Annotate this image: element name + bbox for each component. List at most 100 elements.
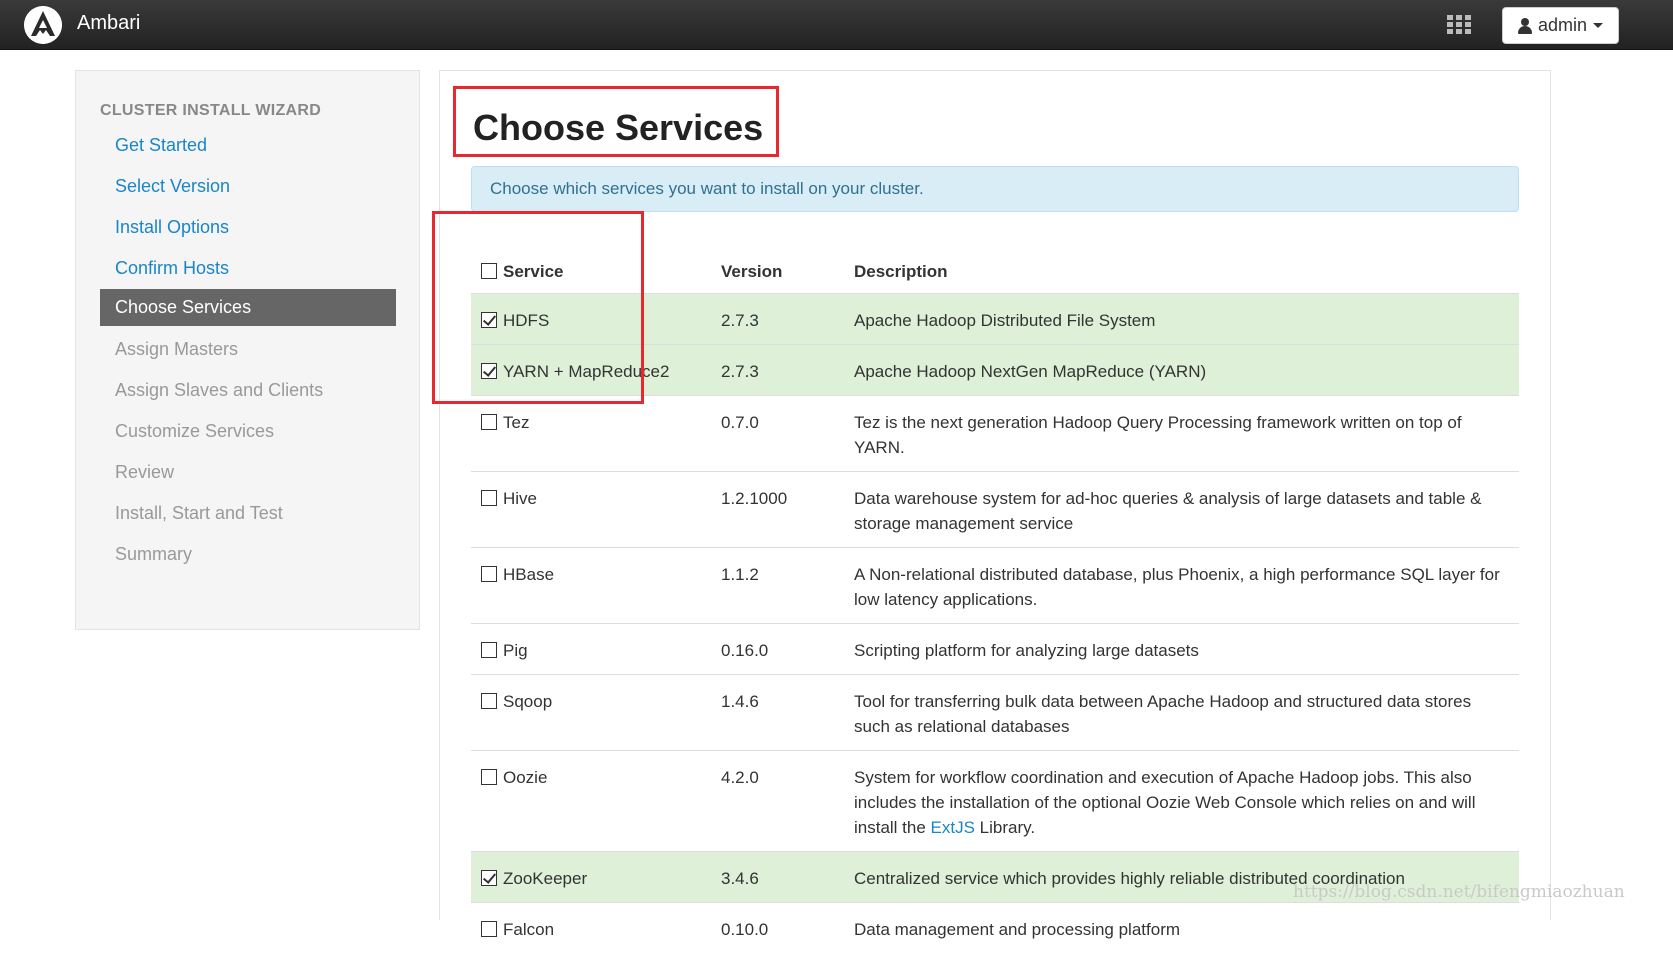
- service-name: ZooKeeper: [503, 868, 588, 888]
- service-name: HDFS: [503, 310, 550, 330]
- description-text: Tez is the next generation Hadoop Query …: [854, 412, 1462, 457]
- service-checkbox[interactable]: [481, 489, 497, 506]
- info-alert: Choose which services you want to instal…: [471, 166, 1519, 212]
- service-description: Tool for transferring bulk data between …: [844, 673, 1519, 750]
- description-text: Tool for transferring bulk data between …: [854, 691, 1472, 736]
- description-text: Data warehouse system for ad-hoc queries…: [854, 488, 1482, 533]
- sidebar-title: CLUSTER INSTALL WIZARD: [100, 102, 322, 119]
- service-description: Tez is the next generation Hadoop Query …: [844, 394, 1519, 471]
- services-table: Service Version Description HDFS 2.7.3 Apa…: [471, 236, 1519, 953]
- service-cell: Pig: [471, 622, 711, 674]
- ambari-logo-icon[interactable]: [24, 6, 62, 44]
- service-checkbox[interactable]: [481, 692, 497, 709]
- description-text: Apache Hadoop Distributed File System: [854, 310, 1156, 330]
- wizard-step-confirm-hosts[interactable]: Confirm Hosts: [100, 248, 396, 289]
- service-version: 2.7.3: [711, 292, 844, 344]
- extjs-link[interactable]: ExtJS: [931, 818, 975, 837]
- service-name: Falcon: [503, 919, 555, 939]
- service-version: 0.7.0: [711, 394, 844, 471]
- table-row: HDFS 2.7.3 Apache Hadoop Distributed File …: [471, 292, 1519, 344]
- service-column-header: Service: [471, 236, 711, 294]
- service-cell: Tez: [471, 394, 711, 471]
- service-description: A Non-relational distributed database, p…: [844, 546, 1519, 623]
- page-title: Choose Services: [473, 107, 764, 148]
- table-row: HBase 1.1.2 A Non-relational distributed d…: [471, 546, 1519, 623]
- service-cell: Hive: [471, 470, 711, 547]
- service-version: 1.4.6: [711, 673, 844, 750]
- select-all-checkbox[interactable]: [481, 262, 497, 279]
- service-checkbox[interactable]: [481, 920, 497, 937]
- service-name: Sqoop: [503, 691, 553, 711]
- service-cell: ZooKeeper: [471, 850, 711, 902]
- wizard-step-review: Review: [115, 462, 175, 482]
- caret-down-icon: [1593, 23, 1604, 28]
- brand-name[interactable]: Ambari: [77, 12, 140, 35]
- table-row: Sqoop 1.4.6 Tool for transferring bulk dat…: [471, 673, 1519, 750]
- service-version: 1.2.1000: [711, 470, 844, 547]
- main-panel: Choose Services Choose which services yo…: [432, 70, 1551, 953]
- wizard-step-choose-services: Choose Services: [100, 289, 396, 326]
- wizard-steps: Get Started Select Version Install Options…: [100, 125, 396, 575]
- service-name: HBase: [503, 564, 555, 584]
- service-description: Scripting platform for analyzing large d…: [844, 622, 1519, 674]
- service-description: Apache Hadoop Distributed File System: [844, 292, 1519, 344]
- version-column-header: Version: [711, 236, 844, 294]
- apps-grid-icon[interactable]: [1447, 15, 1471, 35]
- table-header-row: Service Version Description: [471, 236, 1519, 294]
- service-description: Data management and processing platform: [844, 901, 1519, 953]
- service-name: Oozie: [503, 767, 548, 787]
- user-menu-button[interactable]: admin: [1502, 7, 1619, 44]
- watermark: https://blog.csdn.net/bifengmiaozhuan: [1293, 882, 1625, 902]
- wizard-step-install-options[interactable]: Install Options: [100, 207, 396, 248]
- service-version: 0.10.0: [711, 901, 844, 953]
- service-checkbox[interactable]: [481, 413, 497, 430]
- service-name: YARN + MapReduce2: [503, 361, 670, 381]
- description-text: Scripting platform for analyzing large d…: [854, 640, 1199, 660]
- service-checkbox[interactable]: [481, 565, 497, 582]
- wizard-step-assign-slaves-and-clients: Assign Slaves and Clients: [115, 380, 324, 400]
- service-version: 1.1.2: [711, 546, 844, 623]
- service-description: System for workflow coordination and exe…: [844, 749, 1519, 851]
- service-header-label: Service: [503, 261, 564, 281]
- service-cell: Oozie: [471, 749, 711, 851]
- service-checkbox[interactable]: [481, 869, 497, 886]
- wizard-step-select-version[interactable]: Select Version: [100, 166, 396, 207]
- user-icon: [1517, 17, 1532, 34]
- table-row: YARN + MapReduce2 2.7.3 Apache Hadoop Next…: [471, 343, 1519, 395]
- service-cell: Falcon: [471, 901, 711, 953]
- table-row: Hive 1.2.1000 Data warehouse system for ad…: [471, 470, 1519, 547]
- service-version: 0.16.0: [711, 622, 844, 674]
- wizard-sidebar: CLUSTER INSTALL WIZARD Get Started Select…: [75, 70, 420, 630]
- service-name: Tez: [503, 412, 530, 432]
- service-description: Data warehouse system for ad-hoc queries…: [844, 470, 1519, 547]
- service-checkbox[interactable]: [481, 311, 497, 328]
- service-version: 3.4.6: [711, 850, 844, 902]
- description-text: A Non-relational distributed database, p…: [854, 564, 1500, 609]
- service-checkbox[interactable]: [481, 641, 497, 658]
- service-version: 4.2.0: [711, 749, 844, 851]
- service-version: 2.7.3: [711, 343, 844, 395]
- service-checkbox[interactable]: [481, 362, 497, 379]
- description-suffix: Library.: [974, 817, 1036, 837]
- service-cell: HDFS: [471, 292, 711, 344]
- wizard-step-install-start-and-test: Install, Start and Test: [115, 503, 283, 523]
- user-label: admin: [1537, 15, 1588, 35]
- description-text: Data management and processing platform: [854, 919, 1181, 939]
- service-name: Hive: [503, 488, 538, 508]
- service-cell: Sqoop: [471, 673, 711, 750]
- description-column-header: Description: [844, 236, 1519, 294]
- table-row: Tez 0.7.0 Tez is the next generation Hadoo…: [471, 394, 1519, 471]
- description-text: Apache Hadoop NextGen MapReduce (YARN): [854, 361, 1207, 381]
- top-navbar: Ambari admin: [0, 0, 1673, 50]
- service-description: Apache Hadoop NextGen MapReduce (YARN): [844, 343, 1519, 395]
- wizard-step-assign-masters: Assign Masters: [115, 339, 239, 359]
- wizard-step-get-started[interactable]: Get Started: [100, 125, 396, 166]
- wizard-step-customize-services: Customize Services: [115, 421, 275, 441]
- service-checkbox[interactable]: [481, 768, 497, 785]
- service-name: Pig: [503, 640, 528, 660]
- service-cell: YARN + MapReduce2: [471, 343, 711, 395]
- service-cell: HBase: [471, 546, 711, 623]
- table-row: Falcon 0.10.0 Data management and processi…: [471, 901, 1519, 953]
- table-row: Pig 0.16.0 Scripting platform for analyzin…: [471, 622, 1519, 674]
- wizard-step-summary: Summary: [115, 544, 193, 564]
